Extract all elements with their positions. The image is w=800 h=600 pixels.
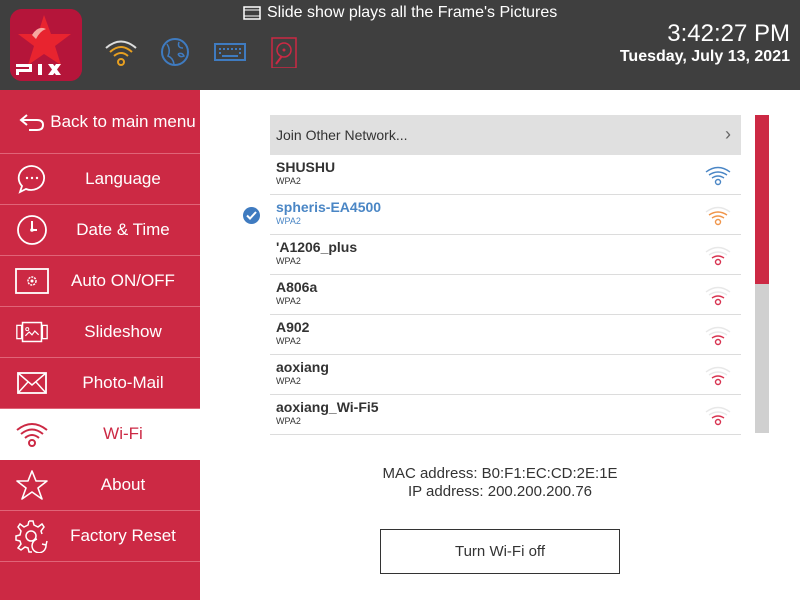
wifi-signal-icon xyxy=(705,166,731,186)
slideshow-notice: Slide show plays all the Frame's Picture… xyxy=(243,3,557,23)
network-name: aoxiang xyxy=(276,359,329,375)
sidebar-item-label: Photo-Mail xyxy=(82,373,164,392)
connected-check-icon xyxy=(243,207,260,224)
keyboard-icon xyxy=(214,43,246,61)
network-row[interactable]: spheris-EA4500 WPA2 xyxy=(243,195,741,235)
network-row[interactable]: 'A1206_plus WPA2 xyxy=(270,235,741,275)
clock: 3:42:27 PM Tuesday, July 13, 2021 xyxy=(620,20,790,66)
settings-sidebar: Back to main menu Language Date & Time A… xyxy=(0,90,200,600)
network-name: A902 xyxy=(276,319,310,335)
network-security: WPA2 xyxy=(276,176,301,186)
wifi-signal-icon xyxy=(705,206,731,226)
sidebar-item-photo-mail[interactable]: Photo-Mail xyxy=(0,358,200,409)
sidebar-item-about[interactable]: About xyxy=(0,460,200,511)
wifi-status-icon xyxy=(105,40,137,66)
wifi-signal-icon xyxy=(705,286,731,306)
globe-icon xyxy=(161,38,189,66)
network-list-scrollbar[interactable] xyxy=(755,115,769,433)
sidebar-item-back[interactable]: Back to main menu xyxy=(0,90,200,154)
network-info: MAC address: B0:F1:EC:CD:2E:1E IP addres… xyxy=(300,465,700,501)
network-security: WPA2 xyxy=(276,376,301,386)
storage-drive-icon xyxy=(271,37,297,68)
wifi-signal-icon xyxy=(705,326,731,346)
sidebar-item-label: About xyxy=(100,475,146,494)
network-row[interactable]: SHUSHU WPA2 xyxy=(270,155,741,195)
scrollbar-thumb[interactable] xyxy=(755,115,769,284)
sidebar-item-date-time[interactable]: Date & Time xyxy=(0,205,200,256)
clock-time: 3:42:27 PM xyxy=(667,20,790,47)
wifi-signal-icon xyxy=(705,246,731,266)
sidebar-item-slideshow[interactable]: Slideshow xyxy=(0,307,200,358)
wifi-signal-icon xyxy=(705,406,731,426)
star-icon xyxy=(14,467,50,503)
sidebar-item-label: Language xyxy=(85,169,161,188)
network-name: aoxiang_Wi-Fi5 xyxy=(276,399,379,415)
pix-logo xyxy=(10,9,82,81)
notice-text: Slide show plays all the Frame's Picture… xyxy=(267,4,558,21)
network-security: WPA2 xyxy=(276,256,301,266)
network-row[interactable]: A806a WPA2 xyxy=(270,275,741,315)
network-name: spheris-EA4500 xyxy=(276,199,382,215)
sidebar-item-label: Slideshow xyxy=(84,322,162,341)
network-security: WPA2 xyxy=(276,296,301,306)
turn-wifi-off-button[interactable]: Turn Wi-Fi off xyxy=(380,529,620,574)
network-name: A806a xyxy=(276,279,318,295)
network-security: WPA2 xyxy=(276,416,301,426)
slideshow-icon xyxy=(14,314,50,350)
sidebar-item-label: Date & Time xyxy=(76,220,170,239)
sidebar-item-wifi[interactable]: Wi-Fi xyxy=(0,409,200,460)
sidebar-item-label: Auto ON/OFF xyxy=(71,271,175,290)
top-bar: Slide show plays all the Frame's Picture… xyxy=(0,0,800,90)
network-list: Join Other Network... › SHUSHU WPA2 spheri… xyxy=(243,115,741,435)
screen-gear-icon xyxy=(14,263,50,299)
network-row[interactable]: aoxiang WPA2 xyxy=(270,355,741,395)
network-row[interactable]: aoxiang_Wi-Fi5 WPA2 xyxy=(270,395,741,435)
envelope-icon xyxy=(14,365,50,401)
chat-bubble-icon xyxy=(14,161,50,197)
sidebar-item-factory-reset[interactable]: Factory Reset xyxy=(0,511,200,562)
network-security: WPA2 xyxy=(276,216,301,226)
sidebar-item-label: Wi-Fi xyxy=(103,424,143,443)
wifi-signal-icon xyxy=(705,366,731,386)
gear-reset-icon xyxy=(14,518,50,554)
sidebar-item-label: Back to main menu xyxy=(50,111,196,131)
mac-address: MAC address: B0:F1:EC:CD:2E:1E xyxy=(382,465,618,482)
back-arrow-icon xyxy=(14,104,50,140)
network-name: 'A1206_plus xyxy=(276,239,358,255)
clock-date: Tuesday, July 13, 2021 xyxy=(619,48,790,65)
join-other-label: Join Other Network... xyxy=(276,127,408,143)
film-icon xyxy=(243,6,261,20)
sidebar-item-label: Factory Reset xyxy=(70,526,176,545)
network-row[interactable]: A902 WPA2 xyxy=(270,315,741,355)
join-other-network-button[interactable]: Join Other Network... › xyxy=(270,115,741,155)
clock-icon xyxy=(14,212,50,248)
sidebar-item-auto-on-off[interactable]: Auto ON/OFF xyxy=(0,256,200,307)
sidebar-item-language[interactable]: Language xyxy=(0,154,200,205)
wifi-icon xyxy=(14,416,50,452)
network-name: SHUSHU xyxy=(276,159,336,175)
ip-address: IP address: 200.200.200.76 xyxy=(407,483,593,500)
network-security: WPA2 xyxy=(276,336,301,346)
chevron-right-icon: › xyxy=(725,124,731,144)
